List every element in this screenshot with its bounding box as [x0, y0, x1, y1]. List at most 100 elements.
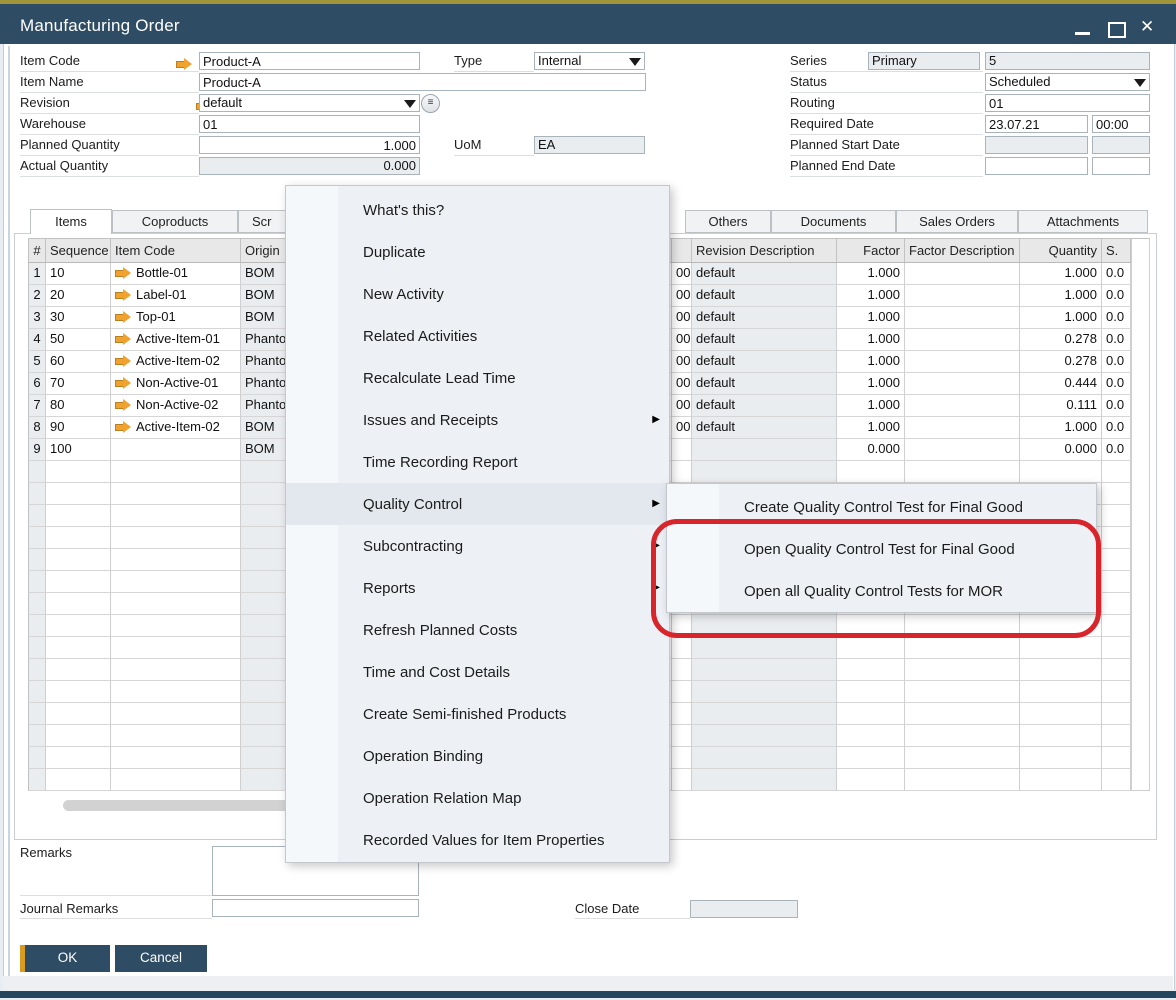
column-header-s[interactable]: S.: [1102, 238, 1131, 263]
cell-sequence[interactable]: 70: [46, 373, 111, 395]
cell-revision_description[interactable]: default: [692, 395, 837, 417]
cell-revision_description[interactable]: default: [692, 329, 837, 351]
cell-num[interactable]: 8: [28, 417, 46, 439]
cell-factor_description[interactable]: [905, 285, 1020, 307]
cell-quantity[interactable]: 0.000: [1020, 439, 1102, 461]
cell-s[interactable]: 0.0: [1102, 329, 1131, 351]
menu-item-issues-and-receipts[interactable]: Issues and Receipts▶: [286, 399, 669, 441]
cell-sequence[interactable]: 30: [46, 307, 111, 329]
cell-partial[interactable]: 00: [672, 395, 692, 417]
cell-quantity[interactable]: 0.278: [1020, 351, 1102, 373]
link-arrow-icon[interactable]: [115, 421, 131, 433]
menu-item-subcontracting[interactable]: Subcontracting▶: [286, 525, 669, 567]
planned-end-date-field[interactable]: [985, 157, 1088, 175]
tab-coproducts[interactable]: Coproducts: [112, 210, 238, 233]
cell-factor[interactable]: 0.000: [837, 439, 905, 461]
cell-s[interactable]: 0.0: [1102, 307, 1131, 329]
type-dropdown[interactable]: Internal: [534, 52, 645, 70]
cell-factor[interactable]: 1.000: [837, 329, 905, 351]
cell-item_code[interactable]: Top-01: [111, 307, 241, 329]
link-arrow-icon[interactable]: [176, 58, 192, 70]
chevron-down-icon[interactable]: [404, 100, 416, 108]
cell-num[interactable]: 7: [28, 395, 46, 417]
menu-item-create-semi-finished-products[interactable]: Create Semi-finished Products: [286, 693, 669, 735]
cell-item_code[interactable]: Non-Active-01: [111, 373, 241, 395]
menu-item-quality-control[interactable]: Quality Control▶: [286, 483, 669, 525]
cell-revision_description[interactable]: [692, 439, 837, 461]
cell-s[interactable]: 0.0: [1102, 417, 1131, 439]
cell-partial[interactable]: [672, 439, 692, 461]
cell-num[interactable]: 1: [28, 263, 46, 285]
menu-item-recorded-values-for-item-properties[interactable]: Recorded Values for Item Properties: [286, 819, 669, 861]
column-header-factor-description[interactable]: Factor Description: [905, 238, 1020, 263]
cell-partial[interactable]: 00: [672, 263, 692, 285]
cell-s[interactable]: 0.0: [1102, 395, 1131, 417]
column-header-item-code[interactable]: Item Code: [111, 238, 241, 263]
cell-factor[interactable]: 1.000: [837, 285, 905, 307]
cell-sequence[interactable]: 100: [46, 439, 111, 461]
menu-item-what-s-this[interactable]: What's this?: [286, 189, 669, 231]
cell-item_code[interactable]: Active-Item-02: [111, 417, 241, 439]
close-icon[interactable]: ✕: [1140, 17, 1154, 37]
cell-revision_description[interactable]: default: [692, 263, 837, 285]
cell-factor[interactable]: 1.000: [837, 417, 905, 439]
chevron-down-icon[interactable]: [629, 58, 641, 66]
menu-item-refresh-planned-costs[interactable]: Refresh Planned Costs: [286, 609, 669, 651]
menu-item-reports[interactable]: Reports▶: [286, 567, 669, 609]
status-dropdown[interactable]: Scheduled: [985, 73, 1150, 91]
tab-items[interactable]: Items: [30, 209, 112, 234]
cell-factor_description[interactable]: [905, 417, 1020, 439]
cell-item_code[interactable]: Bottle-01: [111, 263, 241, 285]
cell-partial[interactable]: 00: [672, 351, 692, 373]
cell-s[interactable]: 0.0: [1102, 439, 1131, 461]
cell-sequence[interactable]: 60: [46, 351, 111, 373]
column-header-blank[interactable]: [672, 238, 692, 263]
cell-quantity[interactable]: 1.000: [1020, 285, 1102, 307]
maximize-icon[interactable]: [1106, 22, 1128, 38]
cell-revision_description[interactable]: default: [692, 351, 837, 373]
cell-factor[interactable]: 1.000: [837, 373, 905, 395]
journal-remarks-field[interactable]: [212, 899, 419, 917]
vertical-scrollbar[interactable]: [1131, 238, 1150, 791]
menu-item-duplicate[interactable]: Duplicate: [286, 231, 669, 273]
link-arrow-icon[interactable]: [115, 333, 131, 345]
cell-factor_description[interactable]: [905, 263, 1020, 285]
cell-partial[interactable]: 00: [672, 373, 692, 395]
link-arrow-icon[interactable]: [115, 289, 131, 301]
cell-s[interactable]: 0.0: [1102, 285, 1131, 307]
cell-s[interactable]: 0.0: [1102, 351, 1131, 373]
cell-factor[interactable]: 1.000: [837, 351, 905, 373]
cell-factor_description[interactable]: [905, 307, 1020, 329]
menu-item-recalculate-lead-time[interactable]: Recalculate Lead Time: [286, 357, 669, 399]
column-header-quantity[interactable]: Quantity: [1020, 238, 1102, 263]
cell-partial[interactable]: 00: [672, 329, 692, 351]
cell-item_code[interactable]: Active-Item-02: [111, 351, 241, 373]
cell-partial[interactable]: 00: [672, 417, 692, 439]
planned-end-time-field[interactable]: [1092, 157, 1150, 175]
cell-quantity[interactable]: 1.000: [1020, 307, 1102, 329]
ok-button[interactable]: OK: [20, 945, 110, 972]
routing-field[interactable]: [985, 94, 1150, 112]
cell-sequence[interactable]: 90: [46, 417, 111, 439]
menu-item-operation-binding[interactable]: Operation Binding: [286, 735, 669, 777]
cell-quantity[interactable]: 0.278: [1020, 329, 1102, 351]
cell-item_code[interactable]: Active-Item-01: [111, 329, 241, 351]
cancel-button[interactable]: Cancel: [115, 945, 207, 972]
cell-num[interactable]: 6: [28, 373, 46, 395]
cell-partial[interactable]: 00: [672, 285, 692, 307]
item-code-field[interactable]: [199, 52, 420, 70]
link-arrow-icon[interactable]: [115, 267, 131, 279]
menu-item-create-quality-control-test-for-final-good[interactable]: Create Quality Control Test for Final Go…: [667, 486, 1096, 528]
cell-item_code[interactable]: [111, 439, 241, 461]
cell-factor[interactable]: 1.000: [837, 307, 905, 329]
cell-num[interactable]: 3: [28, 307, 46, 329]
cell-sequence[interactable]: 50: [46, 329, 111, 351]
minimize-icon[interactable]: [1072, 22, 1094, 38]
cell-num[interactable]: 5: [28, 351, 46, 373]
menu-item-time-and-cost-details[interactable]: Time and Cost Details: [286, 651, 669, 693]
link-arrow-icon[interactable]: [115, 311, 131, 323]
cell-revision_description[interactable]: default: [692, 373, 837, 395]
cell-sequence[interactable]: 10: [46, 263, 111, 285]
cell-factor[interactable]: 1.000: [837, 263, 905, 285]
link-arrow-icon[interactable]: [115, 377, 131, 389]
